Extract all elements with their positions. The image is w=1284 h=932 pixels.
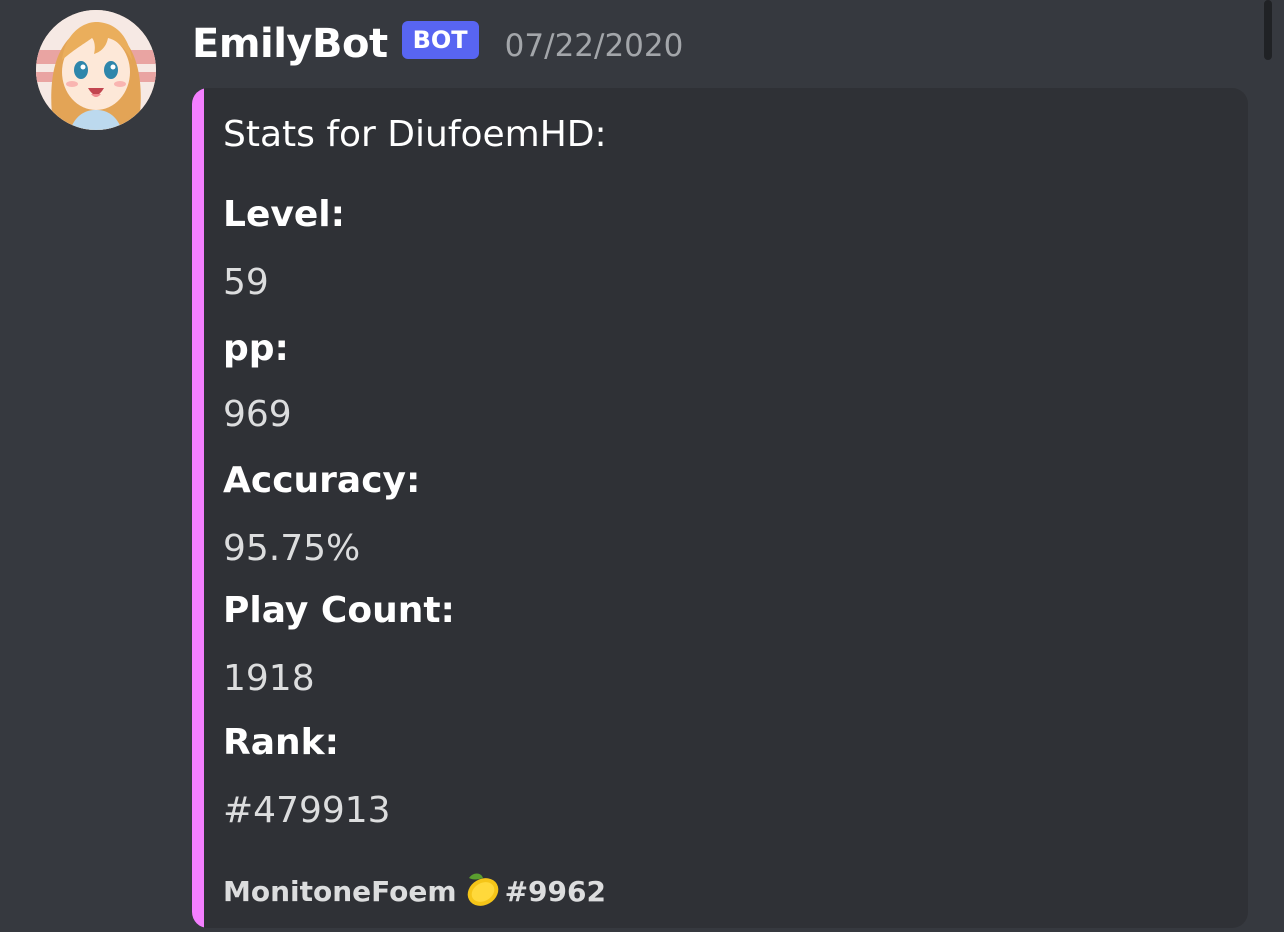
anime-avatar-icon <box>36 10 156 130</box>
avatar[interactable] <box>36 10 156 130</box>
username[interactable]: EmilyBot <box>192 21 388 67</box>
field-name-accuracy: Accuracy: <box>223 460 421 501</box>
field-value-level: 59 <box>223 262 269 303</box>
scrollbar[interactable] <box>1264 0 1272 60</box>
footer-name: MonitoneFoem <box>223 875 457 908</box>
field-value-rank: #479913 <box>223 790 391 831</box>
chat-message: EmilyBot BOT 07/22/2020 Stats for Diufoe… <box>0 0 1284 932</box>
message-header: EmilyBot BOT 07/22/2020 <box>192 14 683 74</box>
stats-embed: Stats for DiufoemHD: Level: 59 pp: 969 A… <box>192 88 1248 928</box>
field-value-accuracy: 95.75% <box>223 528 361 569</box>
embed-title: Stats for DiufoemHD: <box>223 114 607 155</box>
field-name-rank: Rank: <box>223 722 339 763</box>
footer-discriminator: #9962 <box>504 875 606 908</box>
timestamp: 07/22/2020 <box>504 28 684 64</box>
field-value-pp: 969 <box>223 394 292 435</box>
field-name-level: Level: <box>223 194 345 235</box>
embed-accent-bar <box>192 88 204 928</box>
field-name-play-count: Play Count: <box>223 590 455 631</box>
field-value-play-count: 1918 <box>223 658 315 699</box>
bot-badge: BOT <box>401 21 479 59</box>
embed-footer: MonitoneFoem #9962 <box>223 866 606 917</box>
field-name-pp: pp: <box>223 328 289 369</box>
lemon-icon <box>459 866 503 917</box>
